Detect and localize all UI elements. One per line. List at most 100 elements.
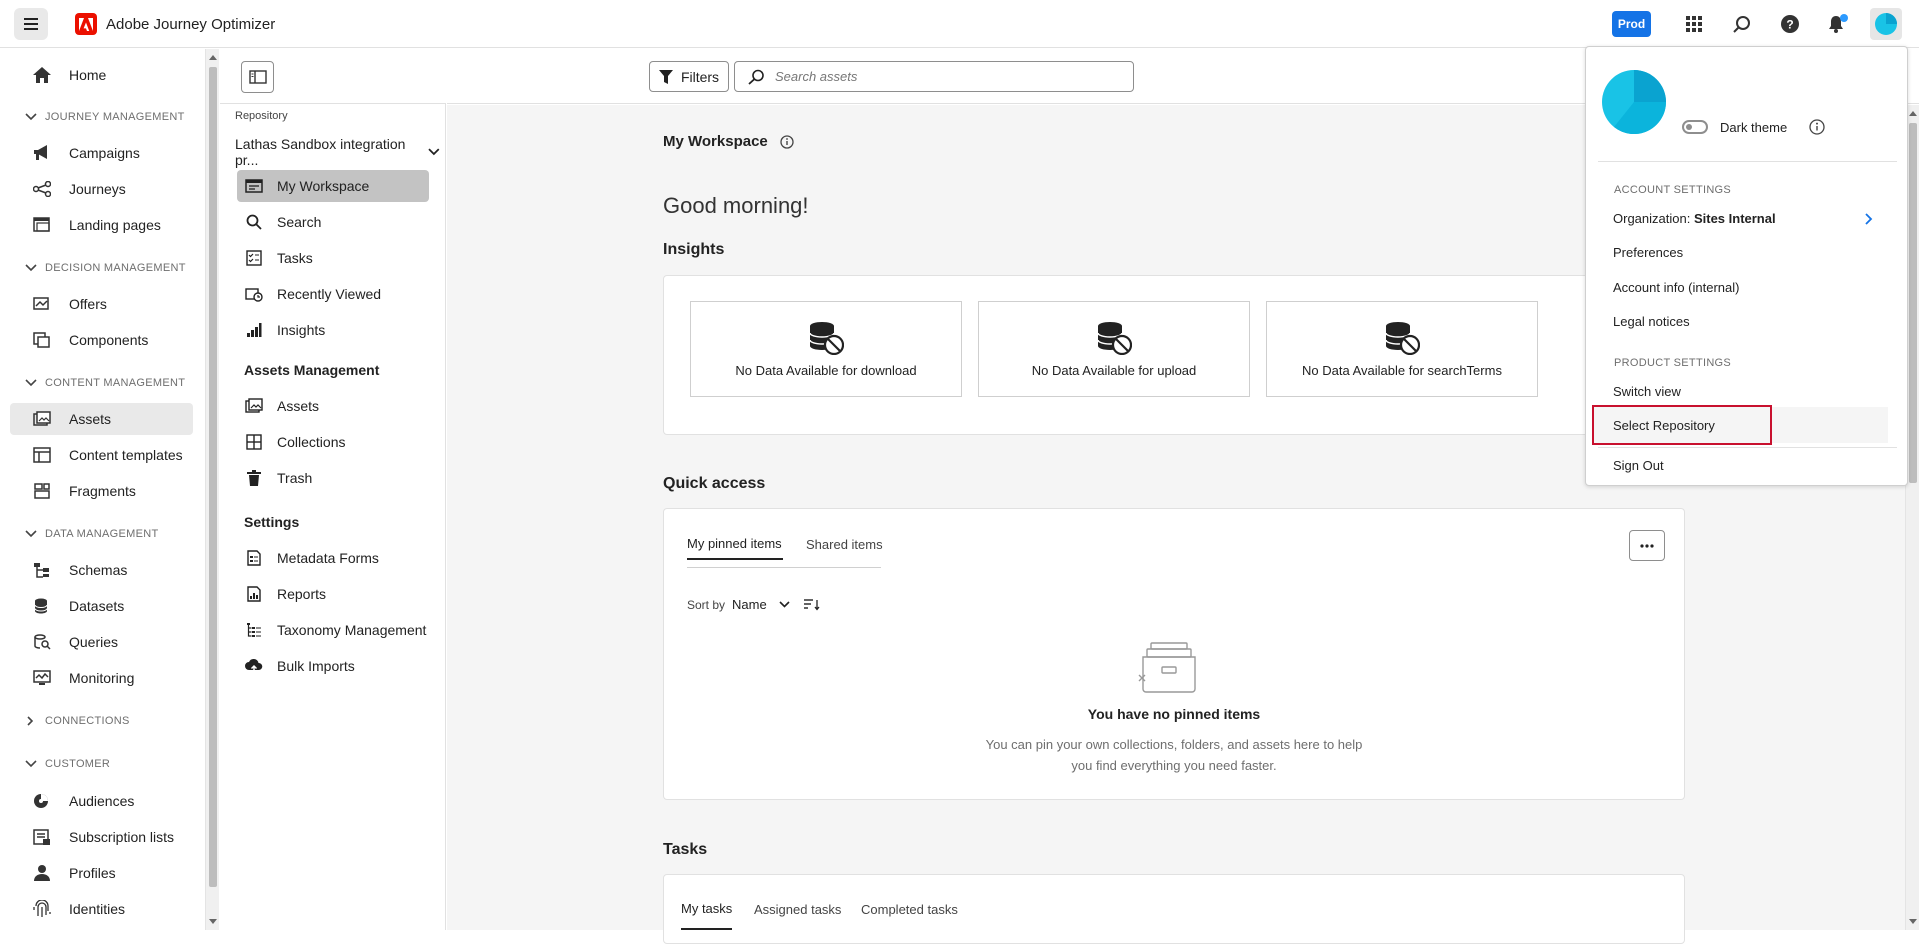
tab-my-tasks[interactable]: My tasks bbox=[681, 889, 733, 930]
search-assets-field[interactable] bbox=[734, 61, 1134, 92]
nav-section-content-management[interactable]: CONTENT MANAGEMENT bbox=[25, 377, 185, 389]
search-icon bbox=[246, 214, 262, 230]
scroll-up-icon bbox=[1909, 111, 1917, 116]
tab-shared-items[interactable]: Shared items bbox=[806, 528, 883, 560]
query-icon bbox=[34, 634, 51, 650]
audiences-icon bbox=[34, 794, 48, 808]
panel-item-taxonomy-management[interactable]: Taxonomy Management bbox=[237, 614, 429, 646]
search-assets-input[interactable] bbox=[775, 69, 1115, 84]
toggle-panel-button[interactable] bbox=[241, 61, 274, 93]
assets-icon bbox=[33, 411, 51, 426]
menu-button[interactable] bbox=[14, 8, 48, 40]
panel-item-bulk-imports[interactable]: Bulk Imports bbox=[237, 650, 429, 682]
nav-item-assets[interactable]: Assets bbox=[10, 403, 193, 435]
database-icon bbox=[34, 598, 48, 614]
legal-notices-menu-item[interactable]: Legal notices bbox=[1613, 314, 1690, 329]
panel-item-search[interactable]: Search bbox=[237, 206, 429, 238]
nav-item-subscription-lists[interactable]: Subscription lists bbox=[10, 821, 193, 853]
info-icon[interactable] bbox=[780, 134, 794, 149]
account-info-menu-item[interactable]: Account info (internal) bbox=[1613, 280, 1739, 295]
sign-out-menu-item[interactable]: Sign Out bbox=[1613, 458, 1664, 473]
tab-my-pinned-items[interactable]: My pinned items bbox=[687, 528, 783, 560]
nav-section-journey-management[interactable]: JOURNEY MANAGEMENT bbox=[25, 111, 185, 123]
nav-scrollbar-thumb[interactable] bbox=[209, 67, 217, 887]
nav-item-fragments[interactable]: Fragments bbox=[10, 475, 193, 507]
preferences-menu-item[interactable]: Preferences bbox=[1613, 245, 1683, 260]
info-icon[interactable] bbox=[1809, 119, 1825, 135]
menu-divider bbox=[1598, 447, 1897, 448]
menu-icon bbox=[24, 18, 38, 30]
nav-item-offers[interactable]: Offers bbox=[10, 288, 193, 320]
tab-completed-tasks[interactable]: Completed tasks bbox=[861, 889, 958, 930]
help-button[interactable]: ? bbox=[1778, 12, 1802, 36]
main-scrollbar-thumb[interactable] bbox=[1909, 123, 1917, 483]
chevron-down-icon bbox=[25, 379, 37, 387]
sort-order-icon[interactable] bbox=[803, 598, 820, 611]
dark-theme-toggle[interactable]: Dark theme bbox=[1682, 119, 1825, 135]
panel-item-trash[interactable]: Trash bbox=[237, 462, 429, 494]
help-icon: ? bbox=[1781, 15, 1799, 33]
user-avatar-button[interactable] bbox=[1870, 8, 1902, 40]
nav-item-monitoring[interactable]: Monitoring bbox=[10, 662, 193, 694]
recent-icon bbox=[245, 288, 263, 302]
panel-item-tasks[interactable]: Tasks bbox=[237, 242, 429, 274]
environment-badge[interactable]: Prod bbox=[1612, 11, 1651, 37]
insight-card-upload: No Data Available for upload bbox=[978, 301, 1250, 397]
nav-item-profiles[interactable]: Profiles bbox=[10, 857, 193, 889]
switch-view-menu-item[interactable]: Switch view bbox=[1613, 384, 1681, 399]
empty-state-title: You have no pinned items bbox=[1087, 706, 1261, 722]
panel-item-reports[interactable]: Reports bbox=[237, 578, 429, 610]
panel-item-recently-viewed[interactable]: Recently Viewed bbox=[237, 278, 429, 310]
chevron-down-icon[interactable] bbox=[779, 601, 790, 608]
apps-grid-button[interactable] bbox=[1682, 12, 1706, 36]
tab-assigned-tasks[interactable]: Assigned tasks bbox=[754, 889, 841, 930]
nav-section-connections[interactable]: CONNECTIONS bbox=[25, 715, 130, 727]
bar-chart-icon bbox=[247, 323, 262, 337]
panel-item-insights[interactable]: Insights bbox=[237, 314, 429, 346]
fingerprint-icon bbox=[33, 900, 51, 917]
nav-section-data-management[interactable]: DATA MANAGEMENT bbox=[25, 528, 159, 540]
nav-item-queries[interactable]: Queries bbox=[10, 626, 193, 658]
assets-icon bbox=[245, 398, 263, 413]
nav-section-decision-management[interactable]: DECISION MANAGEMENT bbox=[25, 262, 186, 274]
notification-bell-icon bbox=[1829, 14, 1848, 33]
nav-item-datasets[interactable]: Datasets bbox=[10, 590, 193, 622]
nav-item-identities[interactable]: Identities bbox=[10, 893, 193, 925]
panel-item-my-workspace[interactable]: My Workspace bbox=[237, 170, 429, 202]
empty-state-description: You can pin your own collections, folder… bbox=[985, 737, 1363, 773]
panel-item-assets[interactable]: Assets bbox=[237, 390, 429, 422]
organization-menu-item[interactable]: Organization: Sites Internal bbox=[1613, 211, 1873, 226]
nav-item-campaigns[interactable]: Campaigns bbox=[10, 137, 193, 169]
user-avatar-icon bbox=[1875, 13, 1897, 35]
no-data-icon bbox=[1385, 321, 1420, 355]
nav-item-journeys[interactable]: Journeys bbox=[10, 173, 193, 205]
nav-item-components[interactable]: Components bbox=[10, 324, 193, 356]
nav-item-audiences[interactable]: Audiences bbox=[10, 785, 193, 817]
sort-by-dropdown[interactable]: Name bbox=[732, 597, 767, 612]
template-icon bbox=[33, 447, 51, 463]
dark-theme-switch[interactable] bbox=[1682, 120, 1708, 134]
nav-item-landing-pages[interactable]: Landing pages bbox=[10, 209, 193, 241]
repository-picker[interactable]: Lathas Sandbox integration pr... bbox=[235, 136, 440, 168]
scroll-down-icon bbox=[1909, 919, 1917, 924]
nav-scrollbar[interactable] bbox=[205, 49, 219, 930]
tasks-heading: Tasks bbox=[663, 841, 708, 858]
search-icon bbox=[748, 69, 764, 85]
nav-item-schemas[interactable]: Schemas bbox=[10, 554, 193, 586]
notifications-button[interactable] bbox=[1826, 12, 1850, 36]
chevron-right-icon bbox=[27, 716, 34, 726]
nav-section-customer[interactable]: CUSTOMER bbox=[25, 758, 110, 770]
empty-box-icon bbox=[1138, 642, 1196, 693]
nav-item-content-templates[interactable]: Content templates bbox=[10, 439, 193, 471]
insight-card-download: No Data Available for download bbox=[690, 301, 962, 397]
filters-button[interactable]: Filters bbox=[649, 61, 729, 92]
repository-value: Lathas Sandbox integration pr... bbox=[235, 136, 406, 168]
more-actions-button[interactable] bbox=[1629, 530, 1665, 561]
global-search-button[interactable] bbox=[1730, 12, 1754, 36]
monitoring-icon bbox=[33, 670, 51, 685]
select-repository-menu-item[interactable]: Select Repository bbox=[1613, 418, 1715, 433]
panel-item-metadata-forms[interactable]: Metadata Forms bbox=[237, 542, 429, 574]
nav-item-home[interactable]: Home bbox=[10, 59, 193, 91]
product-settings-label: PRODUCT SETTINGS bbox=[1614, 357, 1732, 369]
panel-item-collections[interactable]: Collections bbox=[237, 426, 429, 458]
